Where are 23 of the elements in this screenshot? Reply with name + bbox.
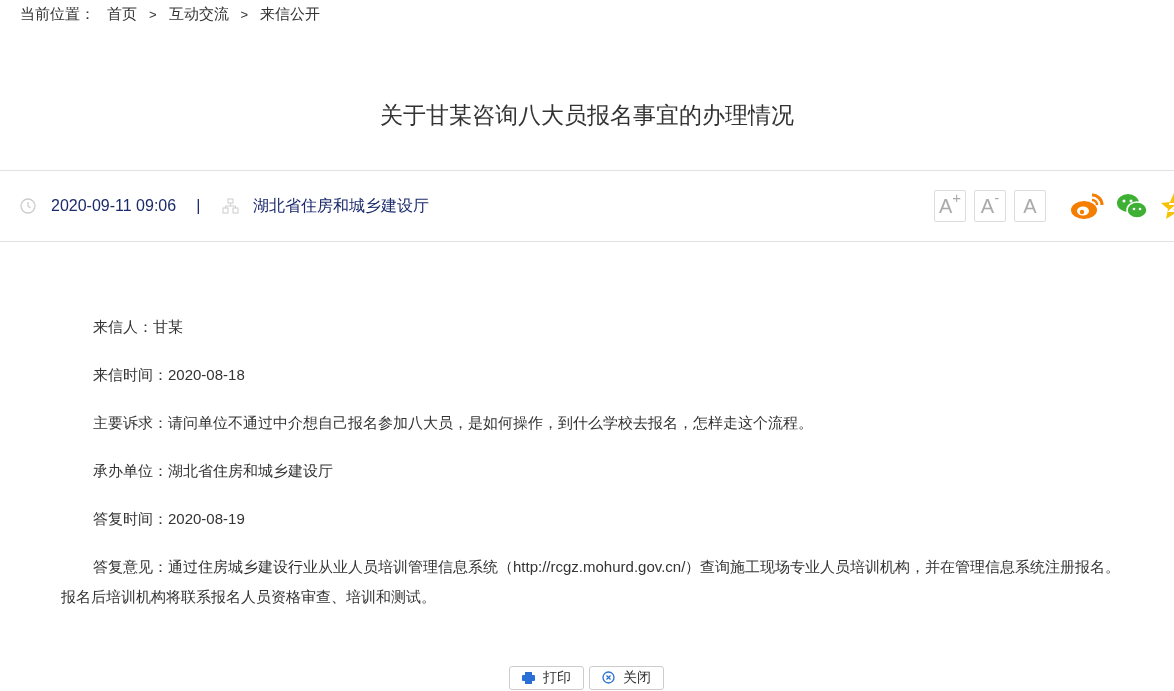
print-button[interactable]: 打印 (509, 665, 584, 690)
breadcrumb-link[interactable]: 互动交流 (168, 3, 229, 26)
wechat-icon[interactable] (1116, 191, 1148, 220)
letter-paragraph: 主要诉求：请问单位不通过中介想自己报名参加八大员，是如何操作，到什么学校去报名，怎样走这个流程。 (92, 412, 814, 433)
letter-paragraph: 答复时间：2020-08-19 (92, 508, 246, 529)
letter-paragraph: 承办单位：湖北省住房和城乡建设厅 (92, 460, 334, 481)
article-title: 关于甘某咨询八大员报名事宜的办理情况 (379, 100, 795, 130)
letter-paragraph: 来信时间：2020-08-18 (92, 364, 246, 385)
breadcrumb-separator: > (240, 5, 249, 24)
breadcrumb-link[interactable]: 首页 (107, 3, 137, 26)
letter-paragraph: 答复意见：通过住房城乡建设行业从业人员培训管理信息系统（http://rcgz.mohurd.gov.cn/）查询施工现场专业人员培训机构，并在管理信息系统注册报名。报名后培训机构将联系报名人员资格审查、培训和测试。 (61, 556, 1122, 607)
clock-icon (20, 197, 36, 214)
meta-divider: | (196, 195, 201, 216)
org-chart-icon (222, 197, 240, 214)
breadcrumb-link[interactable]: 来信公开 (260, 3, 321, 26)
close-button[interactable]: 关闭 (589, 665, 664, 690)
breadcrumb-label: 当前位置： (20, 4, 95, 24)
printer-icon (522, 671, 535, 684)
letter-paragraph: 来信人：甘某 (92, 316, 184, 337)
department-name: 湖北省住房和城乡建设厅 (253, 195, 430, 216)
publish-date: 2020-09-11 09:06 (51, 195, 177, 216)
close-icon (602, 671, 615, 684)
breadcrumb-separator: > (149, 5, 157, 24)
